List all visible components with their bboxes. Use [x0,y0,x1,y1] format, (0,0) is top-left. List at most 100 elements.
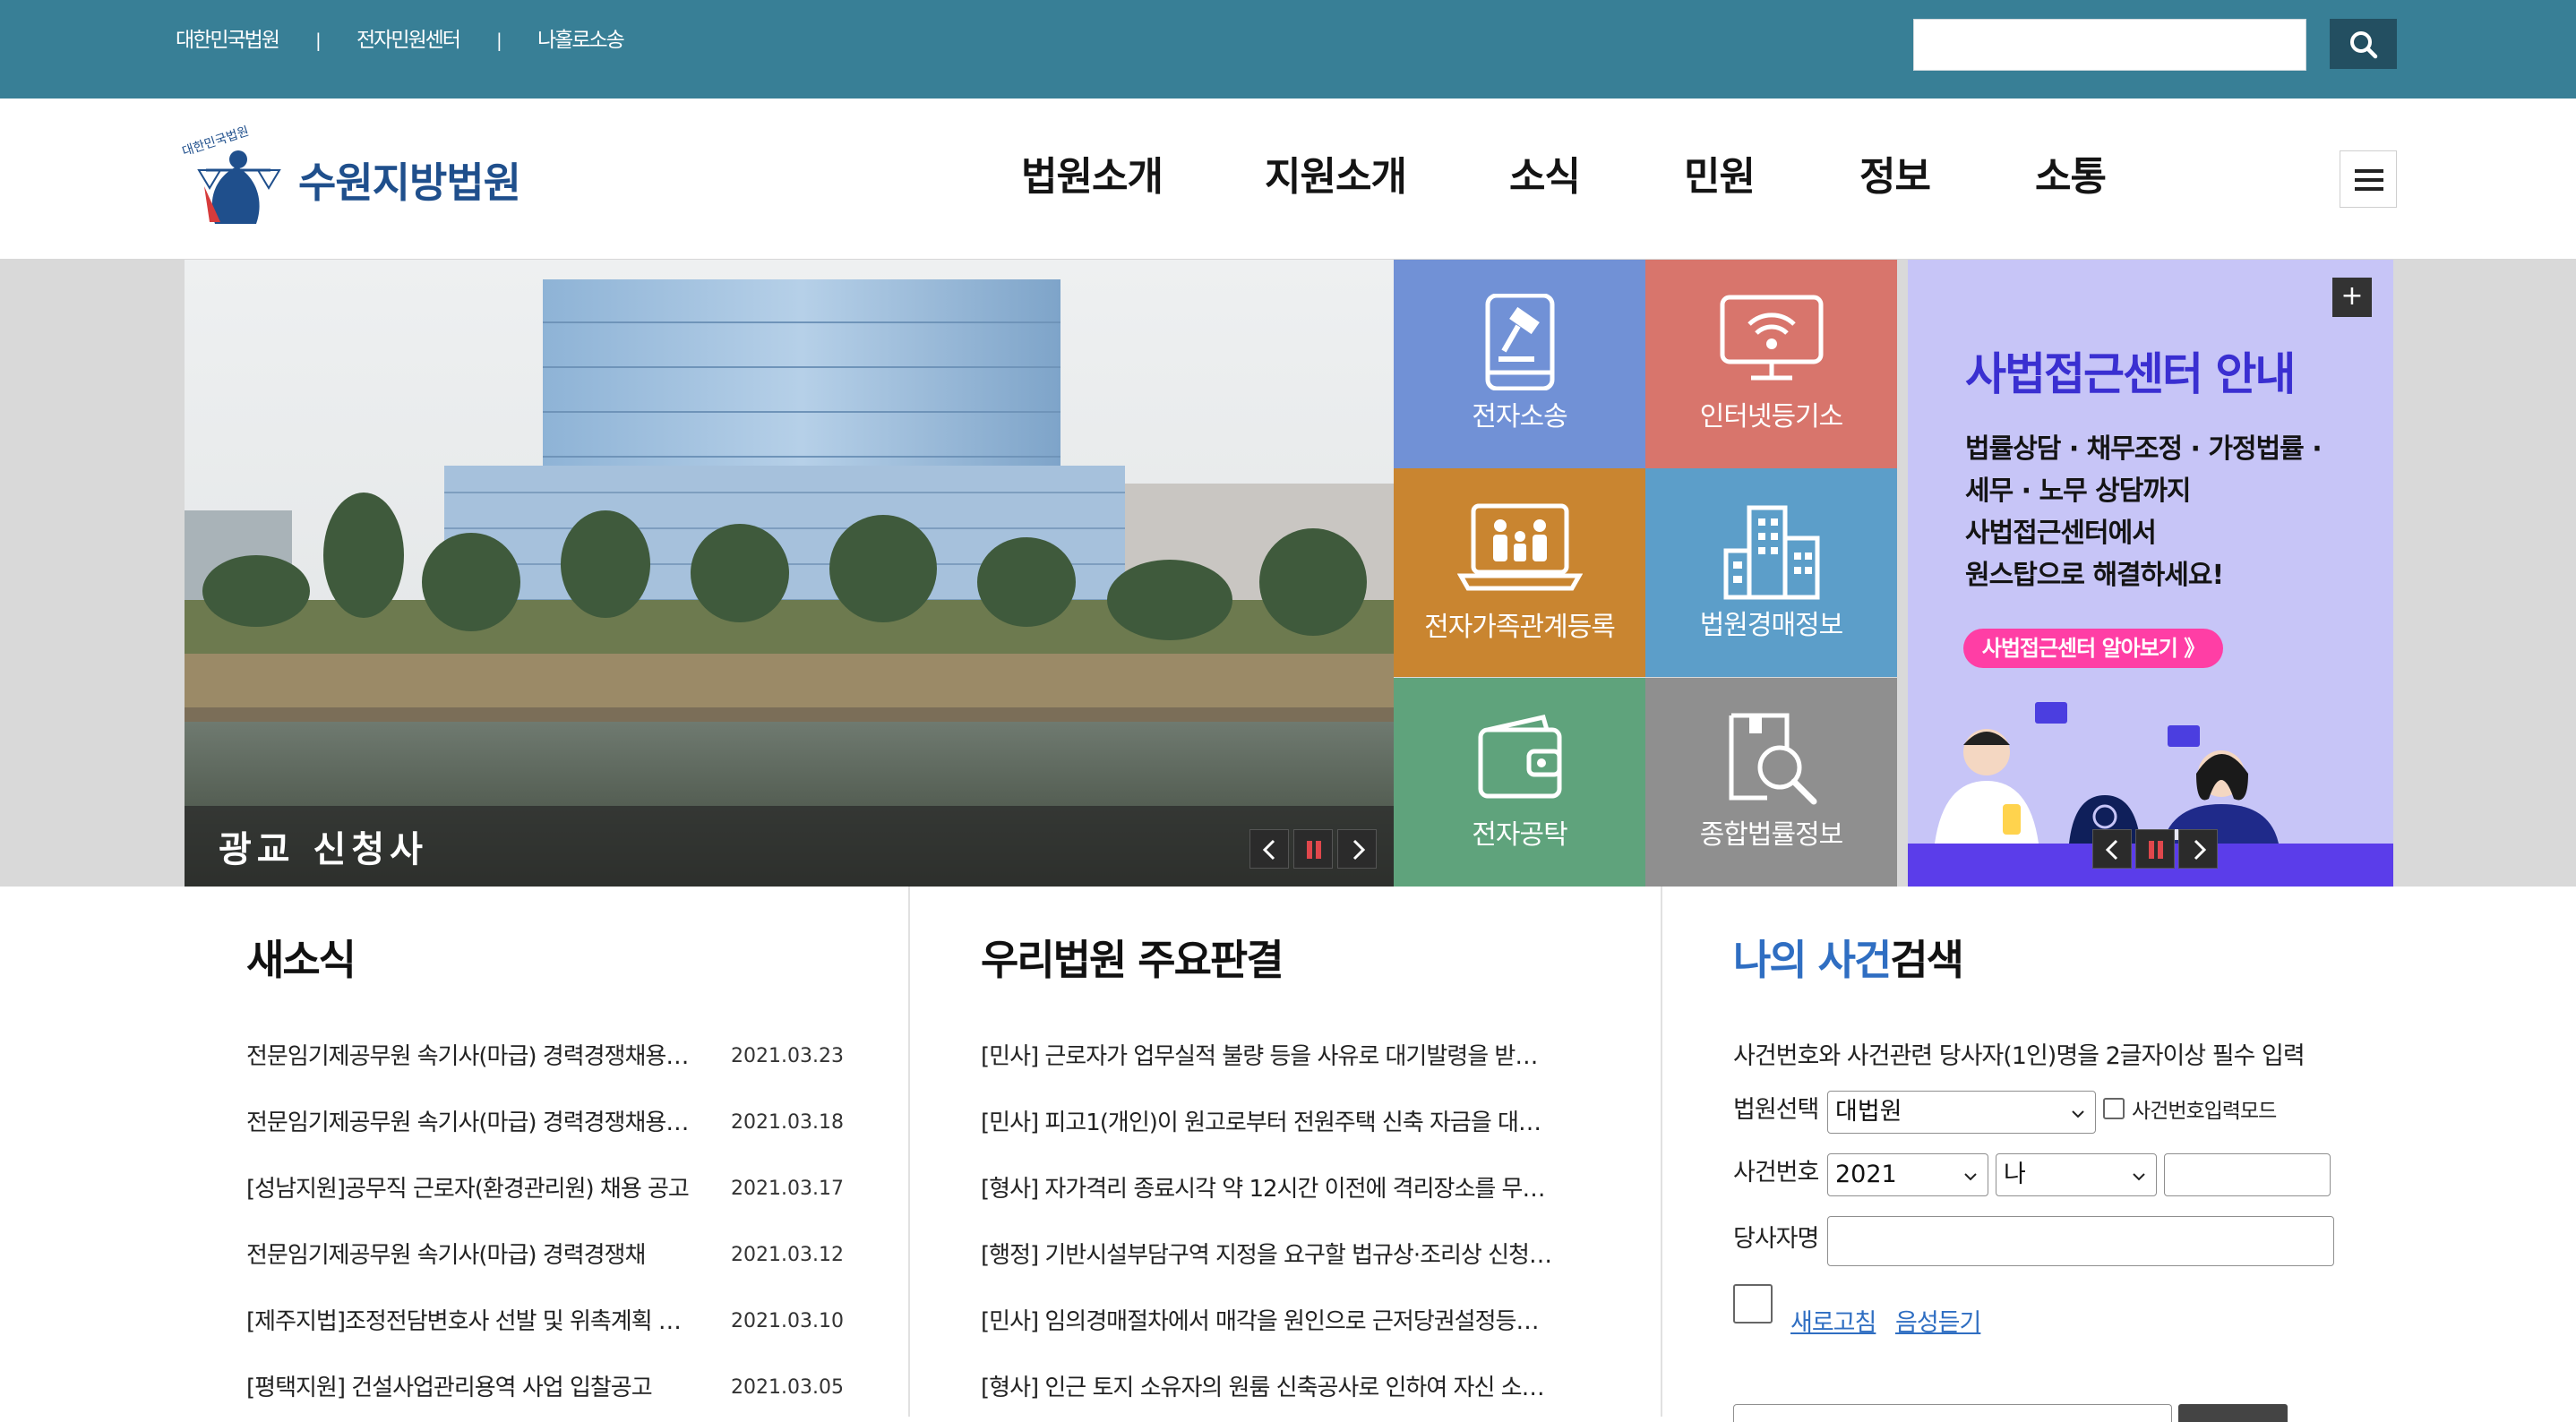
case-serial-input[interactable] [2164,1153,2331,1196]
case-number-mode-checkbox[interactable] [2103,1098,2125,1119]
util-separator: | [315,30,322,51]
news-item-title[interactable]: 전문임기제공무원 속기사(마급) 경력경쟁채 [246,1239,691,1272]
case-search-title: 나의 사건검색 [1733,933,1964,987]
quick-link-label: 전자공탁 [1472,819,1567,851]
case-type-select[interactable]: 나 [1996,1153,2157,1196]
column-divider [908,887,910,1417]
quick-link-legal-info[interactable]: 종합법률정보 [1645,678,1897,887]
case-search-title-rest: 검색 [1890,936,1964,984]
courthouse-photo [185,260,1394,887]
case-year-select[interactable]: 2021 [1827,1153,1988,1196]
news-item-title[interactable]: [제주지법]조정전담변호사 선발 및 위촉계획 공고 [246,1306,691,1338]
banner-body: 법률상담 · 채무조정 · 가정법률 · 세무 · 노무 상담까지 사법접근센터… [1965,428,2359,596]
util-separator: | [496,30,502,51]
banner-prev-button[interactable] [2092,829,2132,869]
ruling-item[interactable]: [민사] 근로자가 업무실적 불량 등을 사유로 대기발령을 받고 … [981,1041,1554,1073]
slide-pause-button[interactable] [1293,829,1333,869]
quick-link-internet-registry[interactable]: 인터넷등기소 [1645,260,1897,468]
news-item-date: 2021.03.23 [731,1045,844,1067]
hamburger-icon-bar [2355,187,2383,191]
auction-building-icon [1723,505,1819,600]
hamburger-icon [2355,169,2383,173]
court-select-value: 대법원 [1835,1098,1902,1126]
captcha-refresh-link[interactable]: 새로고침 [1790,1307,1876,1340]
util-link-self-litigation[interactable]: 나홀로소송 [537,27,625,54]
nav-info[interactable]: 정보 [1859,150,1931,204]
court-select-label: 법원선택 [1733,1096,1819,1124]
news-item-date: 2021.03.17 [731,1178,844,1200]
search-icon [2350,31,2378,59]
all-menu-button[interactable] [2340,150,2397,208]
banner-body-line: 법률상담 · 채무조정 · 가정법률 · [1965,433,2323,465]
slide-next-button[interactable] [1337,829,1377,869]
court-logo[interactable]: 대한민국법원 수원지방법원 [179,124,537,231]
court-select[interactable]: 대법원 [1827,1091,2096,1134]
family-registry-icon [1456,503,1583,591]
case-search-notice: 사건번호와 사건관련 당사자(1인)명을 2글자이상 필수 입력 [1733,1042,2306,1070]
banner-pause-button[interactable] [2135,829,2175,869]
news-item-title[interactable]: [성남지원]공무직 근로자(환경관리원) 채용 공고 [246,1173,691,1205]
case-number-label: 사건번호 [1733,1159,1819,1186]
column-divider [1661,887,1662,1417]
banner-body-line: 세무 · 노무 상담까지 [1965,475,2192,507]
quick-link-label: 법원경매정보 [1699,610,1844,641]
banner-more-button[interactable]: + [2332,278,2372,317]
captcha-audio-link[interactable]: 음성듣기 [1895,1307,1981,1340]
rulings-title: 우리법원 주요판결 [981,936,1284,984]
util-link-supreme-court[interactable]: 대한민국법원 [176,27,280,54]
banner-title: 사법접근센터 안내 [1965,348,2296,400]
utility-bar: 대한민국법원 | 전자민원센터 | 나홀로소송 [0,0,2576,99]
nav-branch-intro[interactable]: 지원소개 [1265,150,1407,204]
chevron-down-icon [2133,1173,2145,1181]
case-type-value: 나 [2004,1161,2026,1188]
banner-cta-button[interactable]: 사법접근센터 알아보기 》 [1963,629,2223,668]
party-name-input[interactable] [1827,1216,2334,1266]
news-item-title[interactable]: 전문임기제공무원 속기사(마급) 경력경쟁채용시험 공고 [246,1041,691,1073]
banner-body-line: 원스탑으로 해결하세요! [1965,560,2224,591]
quick-link-e-deposit[interactable]: 전자공탁 [1394,678,1645,887]
court-name: 수원지방법원 [298,158,521,207]
captcha-answer-input[interactable] [1733,1404,2172,1422]
news-item-date: 2021.03.18 [731,1111,844,1134]
ruling-item[interactable]: [행정] 기반시설부담구역 지정을 요구할 법규상·조리상 신청… [981,1239,1554,1272]
case-number-mode-label: 사건번호입력모드 [2132,1100,2277,1123]
legal-info-search-icon [1729,713,1816,805]
ruling-item[interactable]: [민사] 임의경매절차에서 매각을 원인으로 근저당권설정등기… [981,1306,1554,1338]
ruling-item[interactable]: [민사] 피고1(개인)이 원고로부터 전원주택 신축 자금을 대여… [981,1107,1554,1139]
case-search-button[interactable] [2178,1404,2288,1422]
quick-link-court-auction[interactable]: 법원경매정보 [1645,468,1897,677]
e-litigation-gavel-icon [1485,294,1554,390]
ruling-item[interactable]: [형사] 인근 토지 소유자의 원룸 신축공사로 인하여 자신 소유… [981,1372,1554,1404]
chevron-left-icon [1262,839,1275,861]
nav-news[interactable]: 소식 [1509,150,1581,204]
deposit-wallet-icon [1478,715,1561,799]
site-header: 대한민국법원 수원지방법원 법원소개 지원소개 소식 민원 정보 소통 [0,99,2576,260]
chevron-left-icon [2105,839,2118,861]
hamburger-icon-bar [2355,178,2383,182]
quick-link-label: 전자소송 [1472,401,1567,433]
news-item-date: 2021.03.05 [731,1376,844,1399]
banner-next-button[interactable] [2178,829,2218,869]
ruling-item[interactable]: [형사] 자가격리 종료시각 약 12시간 이전에 격리장소를 무단… [981,1173,1554,1205]
quick-link-label: 전자가족관계등록 [1424,612,1616,643]
chevron-right-icon [1352,839,1366,861]
chevron-down-icon [2072,1110,2084,1118]
nav-communication[interactable]: 소통 [2035,150,2107,204]
quick-link-label: 인터넷등기소 [1699,401,1844,433]
news-item-title[interactable]: 전문임기제공무원 속기사(마급) 경력경쟁채용시험 합격자 공고 [246,1107,691,1139]
pause-icon [1307,841,1321,859]
site-search-input[interactable] [1913,19,2306,71]
site-search-button[interactable] [2330,19,2397,69]
quick-link-e-litigation[interactable]: 전자소송 [1394,260,1645,468]
internet-registry-monitor-icon [1720,295,1823,381]
promo-banner[interactable]: + 사법접근센터 안내 법률상담 · 채무조정 · 가정법률 · 세무 · 노무… [1908,260,2393,887]
slide-prev-button[interactable] [1249,829,1289,869]
slide-caption: 광교 신청사 [219,829,428,870]
main-photo-slide[interactable]: 광교 신청사 [185,260,1394,887]
news-item-title[interactable]: [평택지원] 건설사업관리용역 사업 입찰공고 [246,1372,694,1404]
util-link-e-petition[interactable]: 전자민원센터 [356,27,461,54]
nav-civil-petition[interactable]: 민원 [1684,150,1756,204]
pause-icon [2149,841,2163,859]
nav-court-intro[interactable]: 법원소개 [1021,150,1163,204]
quick-link-family-registry[interactable]: 전자가족관계등록 [1394,468,1645,677]
